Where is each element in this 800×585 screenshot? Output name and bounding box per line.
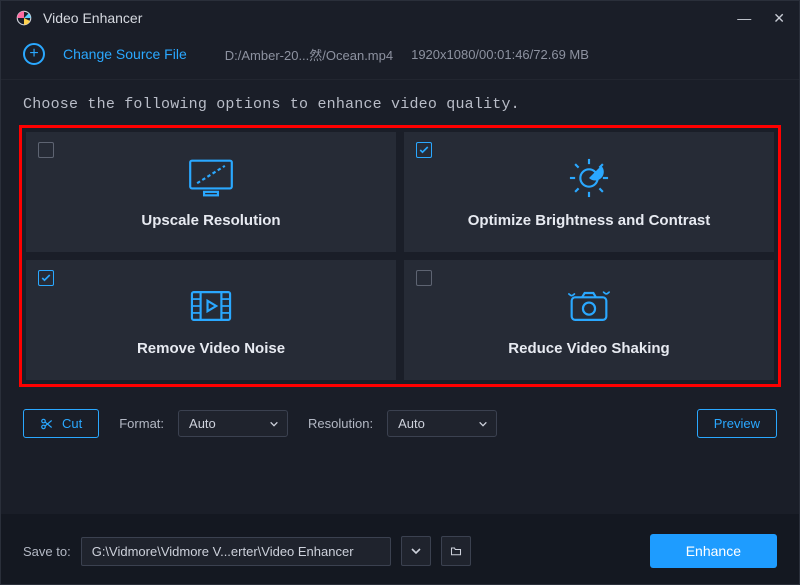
source-row: + Change Source File D:/Amber-20...然/Oce… — [1, 35, 799, 80]
chevron-down-icon — [269, 419, 279, 429]
cut-button[interactable]: Cut — [23, 409, 99, 438]
source-meta: 1920x1080/00:01:46/72.69 MB — [411, 47, 589, 62]
format-select[interactable]: Auto — [178, 410, 288, 437]
option-remove-video-noise[interactable]: Remove Video Noise — [26, 260, 396, 380]
checkbox[interactable] — [38, 270, 54, 286]
source-path: D:/Amber-20...然/Ocean.mp4 — [225, 45, 393, 64]
change-source-link[interactable]: Change Source File — [63, 46, 187, 62]
options-grid: Upscale Resolution Optimize Brightness a… — [26, 132, 774, 380]
resolution-value: Auto — [398, 416, 425, 431]
save-row: Save to: G:\Vidmore\Vidmore V...erter\Vi… — [1, 514, 799, 584]
checkbox[interactable] — [416, 270, 432, 286]
save-path-field[interactable]: G:\Vidmore\Vidmore V...erter\Video Enhan… — [81, 537, 391, 566]
window-controls: — ✕ — [737, 10, 785, 27]
app-window: Video Enhancer — ✕ + Change Source File … — [0, 0, 800, 585]
options-highlight: Upscale Resolution Optimize Brightness a… — [19, 125, 781, 387]
close-button[interactable]: ✕ — [773, 10, 785, 27]
preview-label: Preview — [714, 416, 760, 431]
save-to-label: Save to: — [23, 544, 71, 559]
camera-shake-icon — [563, 284, 615, 328]
app-icon — [15, 9, 33, 27]
brightness-icon — [563, 156, 615, 200]
option-label: Remove Video Noise — [137, 340, 285, 357]
save-path-dropdown[interactable] — [401, 536, 431, 566]
resolution-label: Resolution: — [308, 416, 373, 431]
option-label: Reduce Video Shaking — [508, 340, 669, 357]
monitor-icon — [185, 156, 237, 200]
titlebar: Video Enhancer — ✕ — [1, 1, 799, 35]
controls-row: Cut Format: Auto Resolution: Auto Previe… — [1, 387, 799, 438]
resolution-select[interactable]: Auto — [387, 410, 497, 437]
instruction-text: Choose the following options to enhance … — [1, 80, 799, 125]
option-label: Upscale Resolution — [141, 212, 280, 229]
format-label: Format: — [119, 416, 164, 431]
film-icon — [185, 284, 237, 328]
option-upscale-resolution[interactable]: Upscale Resolution — [26, 132, 396, 252]
option-label: Optimize Brightness and Contrast — [468, 212, 711, 229]
open-folder-button[interactable] — [441, 536, 471, 566]
plus-circle-icon[interactable]: + — [23, 43, 45, 65]
enhance-button[interactable]: Enhance — [650, 534, 777, 568]
scissors-icon — [40, 417, 54, 431]
checkbox[interactable] — [38, 142, 54, 158]
option-optimize-brightness[interactable]: Optimize Brightness and Contrast — [404, 132, 774, 252]
chevron-down-icon — [478, 419, 488, 429]
minimize-button[interactable]: — — [737, 10, 751, 27]
window-title: Video Enhancer — [43, 10, 727, 26]
cut-label: Cut — [62, 416, 82, 431]
option-reduce-video-shaking[interactable]: Reduce Video Shaking — [404, 260, 774, 380]
preview-button[interactable]: Preview — [697, 409, 777, 438]
format-value: Auto — [189, 416, 216, 431]
checkbox[interactable] — [416, 142, 432, 158]
